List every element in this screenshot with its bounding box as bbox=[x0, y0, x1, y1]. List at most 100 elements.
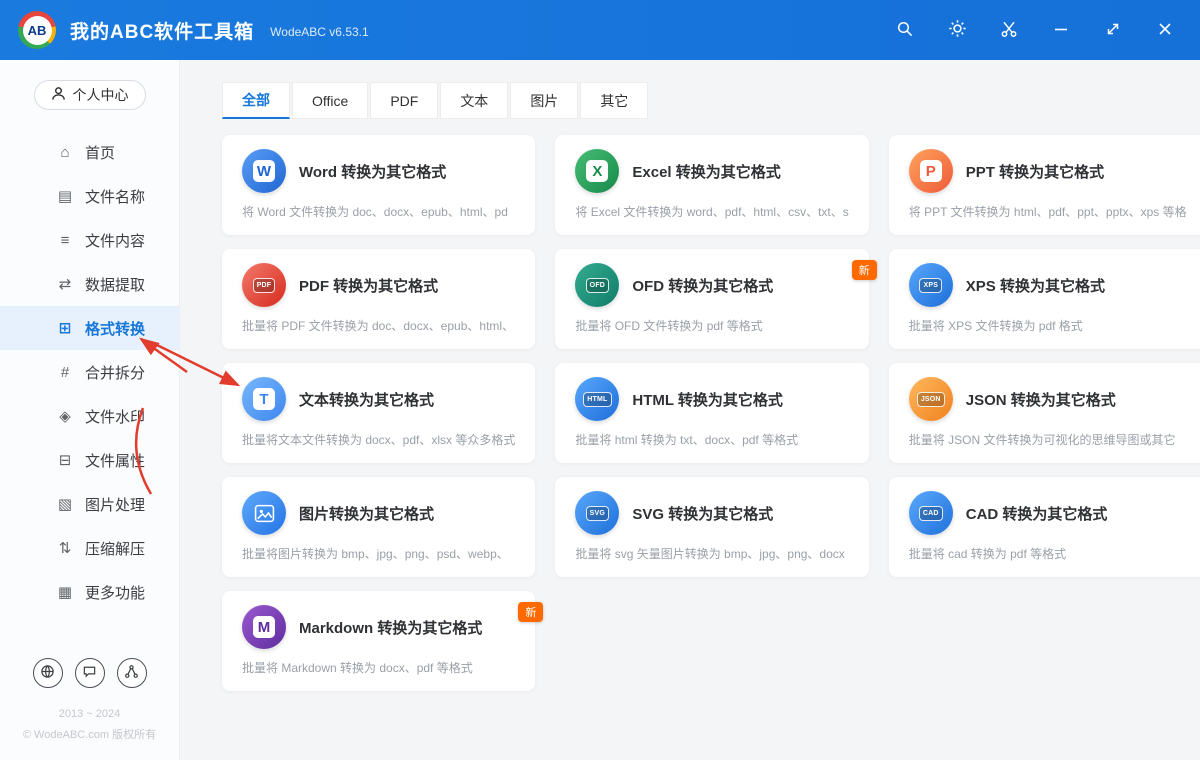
tool-card-cad-convert[interactable]: CAD CAD 转换为其它格式批量将 cad 转换为 pdf 等格式 bbox=[888, 477, 1200, 577]
tool-card-image-convert[interactable]: 图片转换为其它格式批量将图片转换为 bmp、jpg、png、psd、webp、 bbox=[222, 477, 536, 577]
markdown-icon: M bbox=[242, 605, 286, 649]
sidebar-item-label: 文件内容 bbox=[85, 232, 146, 250]
file-attr-icon: ⊟ bbox=[58, 452, 72, 469]
tool-card-title: SVG 转换为其它格式 bbox=[632, 505, 774, 523]
tool-card-ofd-convert[interactable]: 新 OFD OFD 转换为其它格式 批量将 OFD 文件转换为 pdf 等格式 bbox=[555, 249, 877, 349]
tool-card-text-convert[interactable]: T 文本转换为其它格式 批量将文本文件转换为 docx、pdf、xlsx 等众多格式 bbox=[222, 363, 536, 463]
tool-card-desc: 批量将图片转换为 bmp、jpg、png、psd、webp、 bbox=[242, 547, 509, 561]
sidebar-item-watermark[interactable]: ◈ 文件水印 bbox=[0, 394, 179, 438]
tool-card-word-convert[interactable]: W Word 转换为其它格式将 Word 文件转换为 doc、docx、epub、… bbox=[222, 135, 536, 235]
close-button[interactable] bbox=[1150, 15, 1180, 45]
tool-card-excel-convert[interactable]: X Excel 转换为其它格式将 Excel 文件转换为 word、pdf、htm… bbox=[555, 135, 869, 235]
settings-button[interactable] bbox=[942, 15, 972, 45]
home-icon: ⌂ bbox=[60, 143, 70, 161]
json-icon: JSON bbox=[908, 377, 953, 421]
sidebar-item-file-content[interactable]: ≡ 文件内容 bbox=[0, 218, 179, 262]
minimize-icon bbox=[1052, 20, 1070, 41]
cad-icon: CAD bbox=[908, 491, 953, 535]
new-badge: 新 bbox=[518, 602, 544, 622]
settings-gear-icon bbox=[948, 19, 967, 41]
tool-card-desc: 将 Excel 文件转换为 word、pdf、html、csv、txt、s bbox=[575, 205, 849, 219]
footer-years: 2013 ~ 2024 bbox=[58, 708, 121, 721]
search-button[interactable] bbox=[890, 15, 920, 45]
share-button[interactable] bbox=[116, 658, 147, 689]
app-version: WodeABC v6.53.1 bbox=[270, 24, 369, 39]
sidebar-menu: ⌂ 首页 ▤ 文件名称 ≡ 文件内容 ⇄ 数据提取 ⊞ 格式转换 # 合并拆分 ◈ 文件水印 ⊟ 文件属性 ▧ 图… bbox=[0, 130, 179, 614]
titlebar-actions bbox=[890, 15, 1180, 45]
pdf-icon: PDF bbox=[242, 263, 286, 307]
quick-buttons bbox=[0, 658, 179, 689]
fullscreen-icon bbox=[1104, 20, 1122, 41]
tool-card-desc: 批量将文本文件转换为 docx、pdf、xlsx 等众多格式 bbox=[242, 433, 516, 447]
tab-image[interactable]: 图片 bbox=[510, 82, 579, 119]
tool-card-html-convert[interactable]: HTML HTML 转换为其它格式 批量将 html 转换为 txt、docx、pd… bbox=[555, 363, 869, 463]
tab-other[interactable]: 其它 bbox=[580, 82, 649, 119]
tool-card-desc: 批量将 html 转换为 txt、docx、pdf 等格式 bbox=[575, 433, 799, 447]
minimize-button[interactable] bbox=[1046, 15, 1076, 45]
feedback-chat-button[interactable] bbox=[74, 658, 105, 689]
fullscreen-button[interactable] bbox=[1098, 15, 1128, 45]
file-content-icon: ≡ bbox=[60, 231, 70, 249]
new-badge: 新 bbox=[851, 260, 877, 280]
tab-all[interactable]: 全部 bbox=[222, 82, 290, 119]
tool-card-title: Word 转换为其它格式 bbox=[299, 163, 447, 181]
ofd-icon: OFD bbox=[575, 263, 620, 307]
content: 全部 Office PDF 文本 图片 其它 W Word 转换为其它格式将 Word 文件… bbox=[180, 60, 1200, 760]
tool-card-desc: 批量将 XPS 文件转换为 pdf 格式 bbox=[908, 319, 1083, 333]
sidebar-item-compress[interactable]: ⇅ 压缩解压 bbox=[0, 526, 179, 570]
sidebar-item-data-extract[interactable]: ⇄ 数据提取 bbox=[0, 262, 179, 306]
tab-text[interactable]: 文本 bbox=[440, 82, 509, 119]
sidebar-item-label: 文件名称 bbox=[85, 188, 146, 206]
sidebar-bottom: 2013 ~ 2024 © WodeABC.com 版权所有 bbox=[0, 658, 179, 760]
boss-key-scissors-icon bbox=[1000, 20, 1018, 41]
main-area: 个人中心 ⌂ 首页 ▤ 文件名称 ≡ 文件内容 ⇄ 数据提取 ⊞ 格式转换 # 合并拆分 ◈ 文件水印 ⊟ 文… bbox=[0, 60, 1200, 760]
tool-card-xps-convert[interactable]: XPS XPS 转换为其它格式 批量将 XPS 文件转换为 pdf 格式 bbox=[888, 249, 1200, 349]
svg-icon: SVG bbox=[575, 491, 620, 535]
sidebar-item-image-process[interactable]: ▧ 图片处理 bbox=[0, 482, 179, 526]
tab-office[interactable]: Office bbox=[292, 82, 369, 119]
sidebar-item-label: 合并拆分 bbox=[85, 364, 146, 382]
app-window: AB 我的ABC软件工具箱 WodeABC v6.53.1 个人中心 ⌂ 首页 ▤ 文… bbox=[0, 0, 1200, 760]
app-logo-icon: AB bbox=[18, 11, 56, 49]
image-process-icon: ▧ bbox=[57, 496, 73, 513]
sidebar-item-file-name[interactable]: ▤ 文件名称 bbox=[0, 174, 179, 218]
tool-card-title: 图片转换为其它格式 bbox=[299, 505, 435, 523]
file-name-icon: ▤ bbox=[57, 188, 73, 205]
sidebar-item-label: 文件属性 bbox=[85, 452, 146, 470]
tool-grid: W Word 转换为其它格式将 Word 文件转换为 doc、docx、epub、… bbox=[222, 135, 1200, 691]
tool-card-ppt-convert[interactable]: P PPT 转换为其它格式将 PPT 文件转换为 html、pdf、ppt、ppt… bbox=[888, 135, 1200, 235]
sidebar: 个人中心 ⌂ 首页 ▤ 文件名称 ≡ 文件内容 ⇄ 数据提取 ⊞ 格式转换 # 合并拆分 ◈ 文件水印 ⊟ 文… bbox=[0, 60, 180, 760]
tab-pdf[interactable]: PDF bbox=[370, 82, 439, 119]
sidebar-item-label: 文件水印 bbox=[85, 408, 146, 426]
app-logo-text: AB bbox=[22, 15, 52, 45]
text-icon: T bbox=[242, 377, 286, 421]
sidebar-item-label: 首页 bbox=[85, 144, 116, 162]
share-icon bbox=[124, 664, 139, 682]
sidebar-item-format-convert[interactable]: ⊞ 格式转换 bbox=[0, 306, 179, 350]
sidebar-item-file-attr[interactable]: ⊟ 文件属性 bbox=[0, 438, 179, 482]
tool-card-title: Markdown 转换为其它格式 bbox=[299, 619, 483, 637]
tool-card-title: HTML 转换为其它格式 bbox=[632, 391, 783, 409]
tool-card-title: CAD 转换为其它格式 bbox=[965, 505, 1108, 523]
tool-card-svg-convert[interactable]: SVG SVG 转换为其它格式 批量将 svg 矢量图片转换为 bmp、jpg、pn… bbox=[555, 477, 869, 577]
word-icon: W bbox=[242, 149, 286, 193]
sidebar-item-home[interactable]: ⌂ 首页 bbox=[0, 130, 179, 174]
tool-card-title: XPS 转换为其它格式 bbox=[965, 277, 1105, 295]
sidebar-item-merge-split[interactable]: # 合并拆分 bbox=[0, 350, 179, 394]
tool-card-desc: 批量将 cad 转换为 pdf 等格式 bbox=[908, 547, 1067, 561]
image-icon bbox=[242, 491, 286, 535]
tool-card-markdown-convert[interactable]: 新 M Markdown 转换为其它格式 批量将 Markdown 转换为 docx、… bbox=[222, 591, 544, 691]
browser-button[interactable] bbox=[32, 658, 63, 689]
tool-card-pdf-convert[interactable]: PDF PDF 转换为其它格式 批量将 PDF 文件转换为 doc、docx、epu… bbox=[222, 249, 536, 349]
sidebar-item-label: 更多功能 bbox=[85, 584, 146, 602]
tool-card-json-convert[interactable]: JSON JSON 转换为其它格式 批量将 JSON 文件转换为可视化的思维导图或其… bbox=[888, 363, 1200, 463]
personal-center-button[interactable]: 个人中心 bbox=[33, 80, 146, 110]
feedback-chat-icon bbox=[82, 664, 97, 682]
sidebar-item-label: 压缩解压 bbox=[85, 540, 146, 558]
category-tabs: 全部 Office PDF 文本 图片 其它 bbox=[222, 82, 1162, 119]
boss-key-button[interactable] bbox=[994, 15, 1024, 45]
format-convert-icon: ⊞ bbox=[58, 320, 72, 337]
excel-icon: X bbox=[575, 149, 620, 193]
sidebar-item-more-features[interactable]: ▦ 更多功能 bbox=[0, 570, 179, 614]
footer-copyright: © WodeABC.com 版权所有 bbox=[22, 729, 157, 742]
